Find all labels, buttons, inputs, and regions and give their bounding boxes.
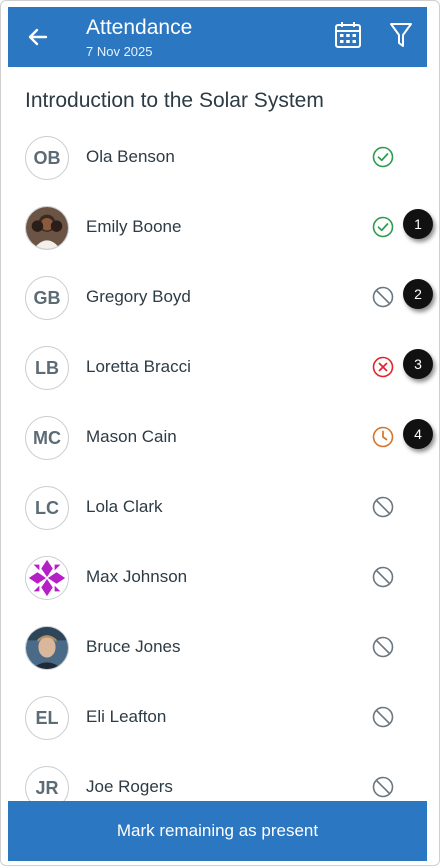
avatar: LB xyxy=(25,346,69,390)
avatar xyxy=(25,626,69,670)
student-name: Emily Boone xyxy=(86,217,182,236)
avatar-initials: LC xyxy=(35,497,59,518)
student-row[interactable]: Emily Boone 1 xyxy=(8,193,433,263)
student-row[interactable]: EL Eli Leafton xyxy=(8,683,427,753)
callout-badge: 2 xyxy=(403,279,433,309)
avatar: LC xyxy=(25,486,69,530)
student-name: Bruce Jones xyxy=(86,637,181,656)
student-name: Ola Benson xyxy=(86,147,175,166)
student-row[interactable]: Bruce Jones xyxy=(8,613,427,683)
page-title: Attendance xyxy=(86,16,193,39)
unmarked-status-icon[interactable] xyxy=(372,496,394,518)
student-row[interactable]: GB Gregory Boyd 2 xyxy=(8,263,433,333)
student-row[interactable]: LB Loretta Bracci 3 xyxy=(8,333,433,403)
student-row[interactable]: OB Ola Benson xyxy=(8,123,427,193)
calendar-icon[interactable] xyxy=(334,21,362,49)
student-name: Lola Clark xyxy=(86,497,163,516)
callout-badge: 4 xyxy=(403,419,433,449)
late-status-icon[interactable] xyxy=(372,426,394,448)
avatar: MC xyxy=(25,416,69,460)
avatar-initials: GB xyxy=(33,287,61,308)
unmarked-status-icon[interactable] xyxy=(372,566,394,588)
avatar-initials: LB xyxy=(35,357,59,378)
avatar-initials: JR xyxy=(35,777,59,798)
callout-badge: 1 xyxy=(403,209,433,239)
student-name: Joe Rogers xyxy=(86,777,173,796)
unmarked-status-icon[interactable] xyxy=(372,776,394,798)
student-name: Gregory Boyd xyxy=(86,287,191,306)
course-title: Introduction to the Solar System xyxy=(25,89,324,112)
avatar-photo-icon xyxy=(26,207,68,249)
page-date: 7 Nov 2025 xyxy=(86,44,153,59)
student-row[interactable]: MC Mason Cain 4 xyxy=(8,403,433,473)
avatar: OB xyxy=(25,136,69,180)
avatar-initials: EL xyxy=(35,707,59,728)
unmarked-status-icon[interactable] xyxy=(372,706,394,728)
student-name: Max Johnson xyxy=(86,567,188,586)
unmarked-status-icon[interactable] xyxy=(372,286,394,308)
student-row[interactable]: Max Johnson xyxy=(8,543,427,613)
avatar xyxy=(25,556,69,600)
present-status-icon[interactable] xyxy=(372,216,394,238)
avatar-photo-icon xyxy=(26,627,68,669)
present-status-icon[interactable] xyxy=(372,146,394,168)
absent-status-icon[interactable] xyxy=(372,356,394,378)
callout-badge: 3 xyxy=(403,349,433,379)
unmarked-status-icon[interactable] xyxy=(372,636,394,658)
mark-remaining-present-button[interactable]: Mark remaining as present xyxy=(8,801,427,861)
student-row[interactable]: LC Lola Clark xyxy=(8,473,427,543)
filter-icon[interactable] xyxy=(389,21,413,49)
app-frame: Attendance 7 Nov 2025 Introduction to th… xyxy=(0,0,440,866)
student-name: Mason Cain xyxy=(86,427,177,446)
avatar-initials: MC xyxy=(33,427,61,448)
avatar-pattern-icon xyxy=(26,557,68,599)
back-arrow-icon[interactable] xyxy=(26,25,50,49)
student-name: Loretta Bracci xyxy=(86,357,191,376)
avatar-initials: OB xyxy=(33,147,61,168)
avatar: EL xyxy=(25,696,69,740)
avatar xyxy=(25,206,69,250)
student-name: Eli Leafton xyxy=(86,707,167,726)
avatar: GB xyxy=(25,276,69,320)
top-app-bar: Attendance 7 Nov 2025 xyxy=(8,7,427,67)
